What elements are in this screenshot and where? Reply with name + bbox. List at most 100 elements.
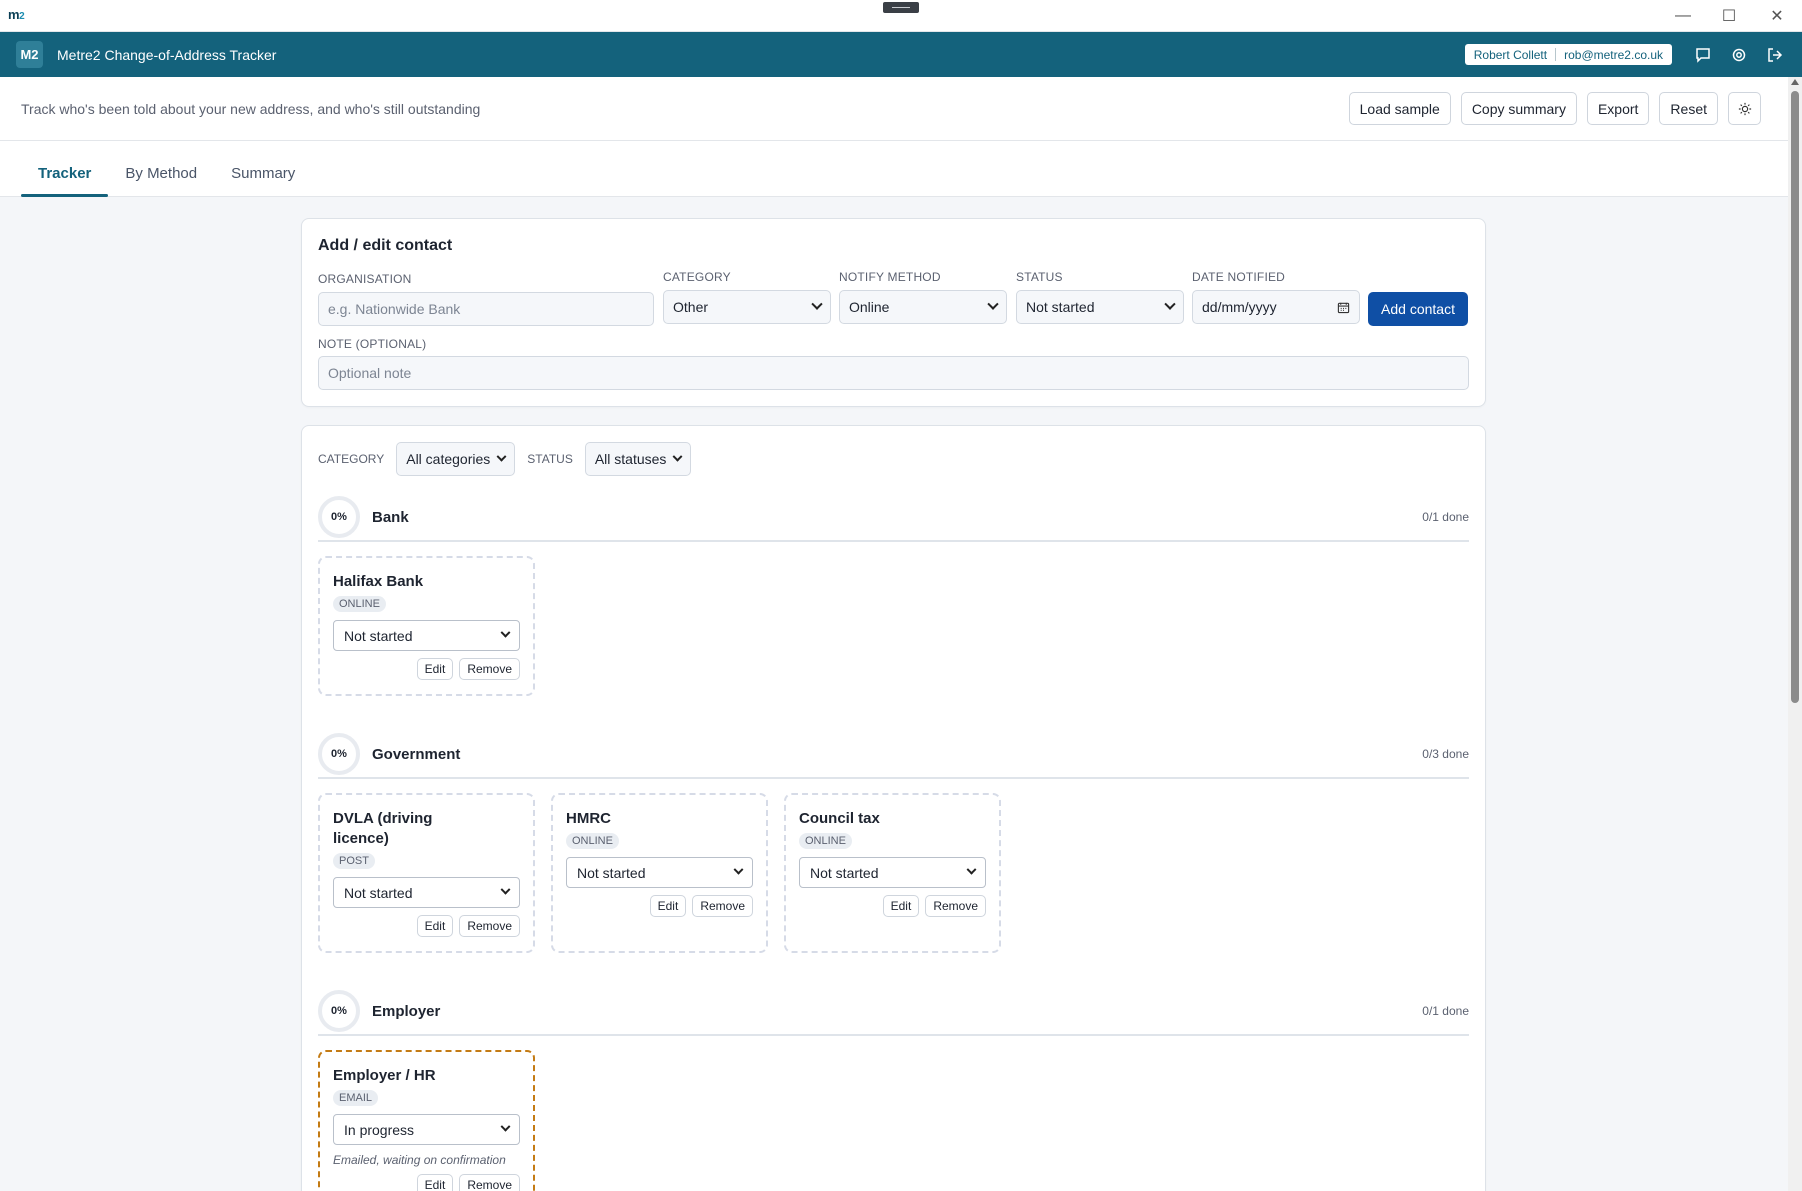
chevron-down-icon: [672, 451, 683, 462]
minimize-icon[interactable]: —: [1671, 4, 1695, 28]
remove-button[interactable]: Remove: [925, 895, 986, 917]
method-badge: ONLINE: [333, 596, 386, 612]
close-icon[interactable]: ✕: [1765, 4, 1789, 28]
group-bank: 0% Bank 0/1 done Halifax Bank ONLINE Not…: [318, 496, 1469, 696]
main-content: Add / edit contact ORGANISATION e.g. Nat…: [301, 218, 1486, 1191]
user-email: rob@metre2.co.uk: [1564, 47, 1663, 62]
progress-ring: 0%: [318, 990, 360, 1032]
form-title: Add / edit contact: [318, 237, 453, 254]
category-label: CATEGORY: [663, 270, 731, 284]
group-count: 0/3 done: [1422, 747, 1469, 761]
chevron-down-icon: [500, 1121, 511, 1132]
feedback-icon[interactable]: [1692, 44, 1714, 66]
chevron-down-icon: [966, 864, 977, 875]
edit-button[interactable]: Edit: [416, 915, 454, 937]
add-contact-form: Add / edit contact ORGANISATION e.g. Nat…: [301, 218, 1486, 407]
organisation-input[interactable]: e.g. Nationwide Bank: [318, 292, 654, 326]
group-government: 0% Government 0/3 done DVLA (driving lic…: [318, 733, 1469, 953]
date-notified-label: DATE NOTIFIED: [1192, 270, 1286, 284]
chevron-down-icon: [1164, 298, 1176, 310]
chevron-down-icon: [500, 884, 511, 895]
method-badge: ONLINE: [566, 833, 619, 849]
maximize-icon[interactable]: ☐: [1717, 4, 1741, 28]
filter-status-label: STATUS: [527, 452, 573, 466]
remove-button[interactable]: Remove: [692, 895, 753, 917]
group-name: Bank: [372, 508, 409, 526]
method-badge: POST: [333, 853, 375, 869]
contact-status-select[interactable]: Not started: [799, 857, 986, 888]
contact-card: Employer / HR EMAIL In progress Emailed,…: [318, 1050, 535, 1191]
contact-note: Emailed, waiting on confirmation: [333, 1153, 506, 1167]
remove-button[interactable]: Remove: [459, 915, 520, 937]
contacts-list: CATEGORY All categories STATUS All statu…: [301, 425, 1486, 1191]
reset-button[interactable]: Reset: [1659, 92, 1718, 125]
group-name: Employer: [372, 1002, 441, 1020]
edit-button[interactable]: Edit: [416, 1174, 454, 1191]
os-title-bar: m2 — ☐ ✕: [0, 0, 1802, 32]
chevron-down-icon: [733, 864, 744, 875]
tab-summary[interactable]: Summary: [214, 165, 312, 196]
calendar-icon[interactable]: [1337, 301, 1350, 314]
contact-status-select[interactable]: Not started: [566, 857, 753, 888]
group-employer: 0% Employer 0/1 done Employer / HR EMAIL…: [318, 990, 1469, 1191]
app-logo: M2: [16, 41, 43, 68]
contact-name: HMRC: [566, 810, 611, 827]
contact-card: HMRC ONLINE Not started Edit Remove: [551, 793, 768, 953]
contact-card: Halifax Bank ONLINE Not started Edit Rem…: [318, 556, 535, 696]
group-name: Government: [372, 745, 461, 763]
settings-gear-icon[interactable]: [1728, 44, 1750, 66]
method-badge: ONLINE: [799, 833, 852, 849]
copy-summary-button[interactable]: Copy summary: [1460, 92, 1577, 125]
user-pill[interactable]: Robert Collett rob@metre2.co.uk: [1464, 44, 1672, 65]
progress-ring: 0%: [318, 496, 360, 538]
group-header: 0% Bank 0/1 done: [318, 496, 1469, 542]
window-drag-handle[interactable]: [883, 2, 919, 13]
filter-category-label: CATEGORY: [318, 452, 385, 466]
app-header: M2 Metre2 Change-of-Address Tracker Robe…: [0, 32, 1802, 77]
contact-name: Council tax: [799, 810, 880, 827]
contact-status-select[interactable]: In progress: [333, 1114, 520, 1145]
filter-bar: CATEGORY All categories STATUS All statu…: [318, 442, 1469, 476]
logout-icon[interactable]: [1764, 44, 1786, 66]
category-select[interactable]: Other: [663, 290, 831, 324]
status-label: STATUS: [1016, 270, 1063, 284]
chevron-down-icon: [500, 627, 511, 638]
filter-category-select[interactable]: All categories: [396, 442, 516, 476]
remove-button[interactable]: Remove: [459, 1174, 520, 1191]
edit-button[interactable]: Edit: [882, 895, 920, 917]
chevron-down-icon: [811, 298, 823, 310]
chevron-down-icon: [496, 451, 507, 462]
note-input[interactable]: Optional note: [318, 356, 1469, 390]
tab-tracker[interactable]: Tracker: [21, 165, 109, 197]
sun-icon: [1738, 102, 1751, 115]
edit-button[interactable]: Edit: [649, 895, 687, 917]
group-header: 0% Government 0/3 done: [318, 733, 1469, 779]
notify-method-select[interactable]: Online: [839, 290, 1007, 324]
chevron-down-icon: [987, 298, 999, 310]
edit-button[interactable]: Edit: [416, 658, 454, 680]
contact-card: DVLA (driving licence) POST Not started …: [318, 793, 535, 953]
load-sample-button[interactable]: Load sample: [1348, 92, 1451, 125]
tab-by-method[interactable]: By Method: [108, 165, 214, 196]
add-contact-button[interactable]: Add contact: [1368, 292, 1468, 326]
contact-card: Council tax ONLINE Not started Edit Remo…: [784, 793, 1001, 953]
remove-button[interactable]: Remove: [459, 658, 520, 680]
note-label: NOTE (OPTIONAL): [318, 337, 427, 351]
contact-name: DVLA (driving licence): [333, 810, 433, 847]
contact-name: Employer / HR: [333, 1067, 436, 1084]
filter-status-select[interactable]: All statuses: [584, 442, 692, 476]
tab-bar: Tracker By Method Summary: [0, 141, 1802, 197]
page-scrollbar[interactable]: [1788, 77, 1802, 1191]
export-button[interactable]: Export: [1586, 92, 1650, 125]
scrollbar-thumb[interactable]: [1791, 91, 1799, 703]
progress-ring: 0%: [318, 733, 360, 775]
group-count: 0/1 done: [1422, 510, 1469, 524]
contact-name: Halifax Bank: [333, 573, 424, 590]
contact-status-select[interactable]: Not started: [333, 620, 520, 651]
scroll-up-icon[interactable]: [1791, 79, 1799, 85]
date-notified-input[interactable]: dd/mm/yyyy: [1192, 290, 1360, 324]
contact-status-select[interactable]: Not started: [333, 877, 520, 908]
theme-toggle-button[interactable]: [1728, 92, 1761, 125]
status-select[interactable]: Not started: [1016, 290, 1184, 324]
group-header: 0% Employer 0/1 done: [318, 990, 1469, 1036]
